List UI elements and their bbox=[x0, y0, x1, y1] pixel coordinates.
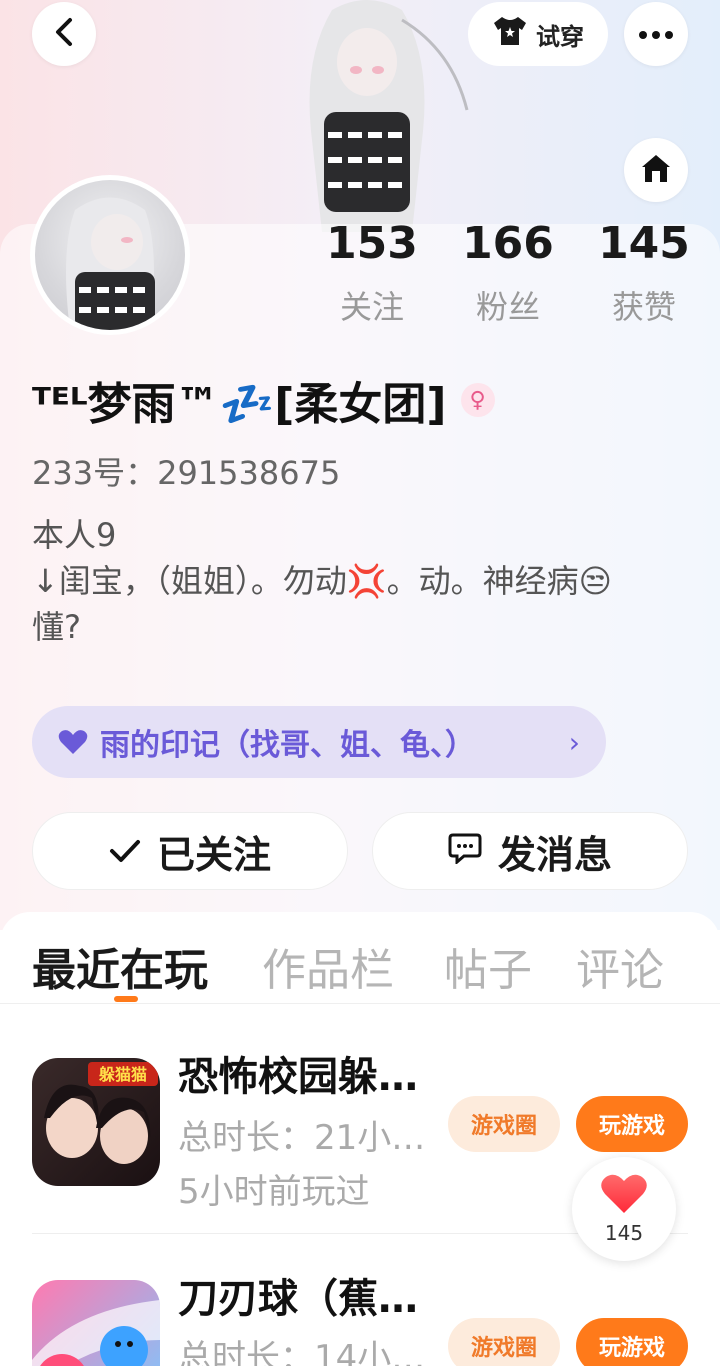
profile-mark-label: 雨的印记（找哥、姐、龟、） bbox=[100, 728, 475, 763]
game-circle-button[interactable]: 游戏圈 bbox=[448, 1318, 560, 1366]
character-avatar-figure bbox=[262, 0, 472, 232]
check-icon bbox=[109, 829, 141, 873]
chat-bubble-icon bbox=[448, 829, 482, 873]
avatar-image bbox=[35, 180, 185, 330]
profile-name-row: ᵀᴱᴸ梦雨™💤[柔女团] ♀ bbox=[32, 368, 495, 432]
try-on-label: 试穿 bbox=[536, 22, 584, 51]
home-button[interactable] bbox=[624, 138, 688, 202]
heart-icon bbox=[600, 1173, 648, 1219]
profile-name: ᵀᴱᴸ梦雨™💤[柔女团] bbox=[32, 379, 447, 430]
game-duration: 总时长：21小… bbox=[178, 1118, 426, 1158]
game-duration: 总时长：14小… bbox=[178, 1338, 426, 1366]
tab-recently-played[interactable]: 最近在玩 bbox=[32, 934, 208, 998]
following-label: 关注 bbox=[339, 288, 404, 326]
game-title: 恐怖校园躲… bbox=[178, 1054, 418, 1100]
more-options-button[interactable] bbox=[624, 2, 688, 66]
heart-icon bbox=[58, 729, 88, 755]
user-id: 233号：291538675 bbox=[32, 454, 341, 492]
likes-label: 获赞 bbox=[611, 288, 676, 326]
game-icon[interactable] bbox=[32, 1280, 160, 1366]
send-message-button[interactable]: 发消息 bbox=[372, 812, 688, 890]
profile-bio: 本人9 ↓闺宝，（姐姐）。勿动💢。动。神经病😒 懂? bbox=[32, 516, 613, 646]
avatar[interactable] bbox=[30, 175, 190, 335]
female-gender-icon: ♀ bbox=[460, 383, 495, 417]
followers-label: 粉丝 bbox=[475, 288, 540, 326]
play-game-button[interactable]: 玩游戏 bbox=[576, 1096, 688, 1152]
stat-likes[interactable]: 145 获赞 bbox=[584, 218, 704, 330]
try-on-button[interactable]: 试穿 bbox=[468, 2, 608, 66]
game-last-played: 5小时前玩过 bbox=[178, 1172, 370, 1212]
stat-followers[interactable]: 166 粉丝 bbox=[448, 218, 568, 330]
profile-tabs: 最近在玩 作品栏 帖子 评论 bbox=[0, 912, 720, 1004]
more-icon bbox=[638, 25, 674, 44]
game-icon-text: 躲猫猫 bbox=[99, 1065, 147, 1084]
followed-button[interactable]: 已关注 bbox=[32, 812, 348, 890]
followed-label: 已关注 bbox=[156, 832, 271, 877]
tab-works[interactable]: 作品栏 bbox=[262, 934, 394, 998]
active-tab-indicator bbox=[114, 996, 138, 1002]
chevron-right-icon: › bbox=[568, 725, 580, 759]
following-count: 153 bbox=[326, 218, 418, 269]
tab-posts[interactable]: 帖子 bbox=[444, 934, 532, 998]
likes-count: 145 bbox=[598, 218, 690, 269]
game-circle-button[interactable]: 游戏圈 bbox=[448, 1096, 560, 1152]
stat-following[interactable]: 153 关注 bbox=[312, 218, 432, 330]
game-title: 刀刃球（蕉… bbox=[178, 1276, 418, 1322]
like-count: 145 bbox=[604, 1221, 644, 1245]
play-game-button[interactable]: 玩游戏 bbox=[576, 1318, 688, 1366]
back-button[interactable] bbox=[32, 2, 96, 66]
chevron-left-icon bbox=[52, 17, 76, 51]
profile-mark-button[interactable]: 雨的印记（找哥、姐、龟、） › bbox=[32, 706, 606, 778]
home-icon bbox=[639, 152, 673, 188]
tab-comments[interactable]: 评论 bbox=[576, 934, 664, 998]
shirt-icon bbox=[492, 15, 528, 53]
game-icon[interactable]: 躲猫猫 bbox=[32, 1058, 160, 1186]
followers-count: 166 bbox=[462, 218, 554, 269]
send-message-label: 发消息 bbox=[497, 832, 612, 877]
like-button[interactable]: 145 bbox=[572, 1157, 676, 1261]
